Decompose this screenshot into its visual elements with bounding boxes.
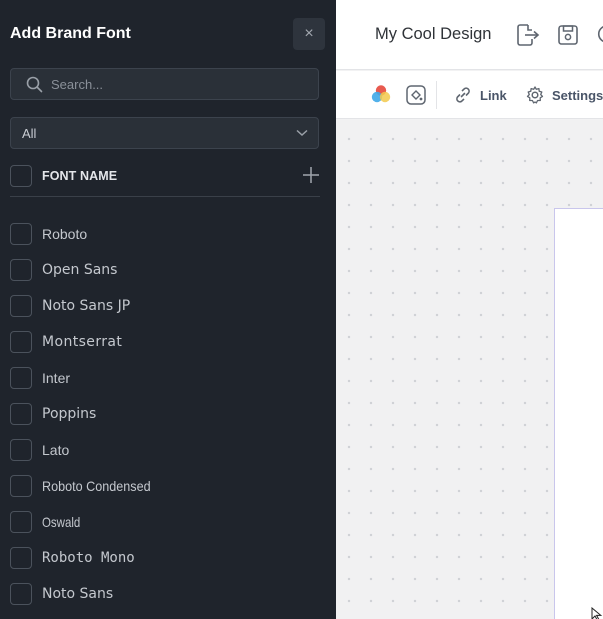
secondary-toolbar: Link Settings — [336, 71, 603, 119]
font-name-label: Oswald — [42, 514, 81, 530]
search-icon — [26, 76, 43, 93]
link-icon — [456, 87, 470, 103]
font-name-label: Lato — [42, 442, 70, 458]
font-filter-select[interactable]: All — [10, 117, 319, 149]
panel-title: Add Brand Font — [10, 25, 131, 42]
filter-selected-value: All — [22, 126, 37, 141]
font-list-item[interactable]: Roboto Condensed — [0, 472, 336, 500]
font-name-label: Open Sans — [42, 262, 118, 278]
font-checkbox[interactable] — [10, 295, 32, 317]
font-name-label: Noto Sans JP — [42, 298, 131, 314]
font-name-label: Noto Sans — [42, 586, 114, 602]
header-divider — [10, 196, 320, 197]
font-list-item[interactable]: Poppins — [0, 400, 336, 428]
font-name-label: Montserrat — [42, 334, 123, 350]
font-name-label: Inter — [42, 370, 71, 386]
font-checkbox[interactable] — [10, 223, 32, 245]
font-name-label: Roboto — [42, 226, 88, 242]
search-field[interactable] — [10, 68, 319, 100]
color-palette-icon[interactable] — [370, 83, 392, 105]
settings-label: Settings — [552, 87, 603, 103]
chevron-down-icon — [296, 129, 308, 137]
font-list-item[interactable]: Inter — [0, 364, 336, 392]
fill-icon[interactable] — [405, 84, 427, 106]
select-all-checkbox[interactable] — [10, 165, 32, 187]
add-brand-font-panel: Add Brand Font × All FONT NAME Roboto Ope… — [0, 0, 336, 619]
font-list-item[interactable]: Montserrat — [0, 328, 336, 356]
design-title[interactable]: My Cool Design — [375, 25, 491, 44]
font-checkbox[interactable] — [10, 367, 32, 389]
cursor-icon — [591, 607, 603, 619]
plus-icon[interactable] — [300, 164, 322, 186]
font-name-header: FONT NAME — [42, 169, 118, 183]
font-list-item[interactable]: Noto Sans — [0, 580, 336, 608]
artboard[interactable] — [554, 208, 603, 619]
top-bar: My Cool Design — [336, 0, 603, 70]
font-name-label: Roboto Mono — [42, 550, 135, 566]
toolbar-separator — [436, 81, 437, 109]
font-checkbox[interactable] — [10, 547, 32, 569]
close-icon: × — [304, 25, 314, 42]
gear-icon — [526, 86, 544, 104]
refresh-icon[interactable] — [594, 22, 603, 48]
font-checkbox[interactable] — [10, 259, 32, 281]
font-name-label: Poppins — [42, 406, 97, 422]
search-input[interactable] — [51, 69, 311, 99]
font-checkbox[interactable] — [10, 475, 32, 497]
font-list-item[interactable]: Noto Sans JP — [0, 292, 336, 320]
font-list-item[interactable]: Oswald — [0, 508, 336, 536]
font-list-item[interactable]: Lato — [0, 436, 336, 464]
font-list-item[interactable]: Open Sans — [0, 256, 336, 284]
font-checkbox[interactable] — [10, 403, 32, 425]
save-icon[interactable] — [555, 22, 581, 48]
font-checkbox[interactable] — [10, 583, 32, 605]
export-icon[interactable] — [514, 22, 540, 48]
font-name-label: Roboto Condensed — [42, 478, 151, 494]
settings-button[interactable]: Settings — [525, 83, 603, 107]
font-checkbox[interactable] — [10, 511, 32, 533]
font-list-item[interactable]: Roboto Mono — [0, 544, 336, 572]
link-label: Link — [480, 87, 507, 103]
font-checkbox[interactable] — [10, 439, 32, 461]
link-button[interactable]: Link — [453, 83, 507, 107]
font-checkbox[interactable] — [10, 331, 32, 353]
font-list-item[interactable]: Roboto — [0, 220, 336, 248]
close-button[interactable]: × — [293, 18, 325, 50]
